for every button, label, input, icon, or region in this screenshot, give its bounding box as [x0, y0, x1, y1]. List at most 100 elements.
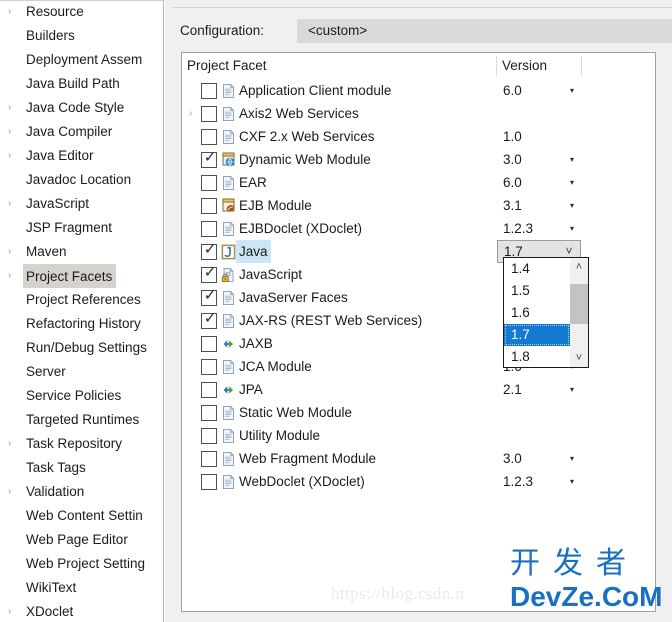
sidebar-item-web-content-settin[interactable]: Web Content Settin — [0, 504, 163, 528]
table-row[interactable]: EJBDoclet (XDoclet) 1.2.3 ▾ — [182, 217, 655, 240]
chevron-right-icon[interactable]: › — [189, 102, 199, 125]
sidebar-item-refactoring-history[interactable]: Refactoring History — [0, 312, 163, 336]
facet-checkbox[interactable] — [201, 106, 217, 122]
caret-down-icon[interactable]: ▾ — [567, 194, 577, 217]
facet-checkbox[interactable]: ✓ — [201, 242, 217, 260]
scroll-down-arrow-icon[interactable]: ˅ — [570, 349, 588, 367]
facet-checkbox[interactable] — [201, 359, 217, 375]
chevron-right-icon[interactable]: › — [8, 264, 18, 288]
chevron-right-icon[interactable]: › — [8, 480, 18, 504]
sidebar-item-web-page-editor[interactable]: Web Page Editor — [0, 528, 163, 552]
facet-version[interactable]: 3.0 — [503, 447, 522, 470]
facet-checkbox[interactable] — [201, 474, 217, 490]
sidebar-item-maven[interactable]: › Maven — [0, 240, 163, 264]
facet-checkbox[interactable] — [201, 83, 217, 99]
sidebar-item-builders[interactable]: Builders — [0, 24, 163, 48]
facet-checkbox[interactable] — [201, 405, 217, 421]
chevron-right-icon[interactable]: › — [8, 0, 18, 24]
table-row[interactable]: EAR 6.0 ▾ — [182, 171, 655, 194]
sidebar-item-java-editor[interactable]: › Java Editor — [0, 144, 163, 168]
facet-version[interactable]: 6.0 — [503, 171, 522, 194]
table-row[interactable]: Application Client module 6.0 ▾ — [182, 79, 655, 102]
table-row[interactable]: CXF 2.x Web Services 1.0 — [182, 125, 655, 148]
sidebar-item-web-project-setting[interactable]: Web Project Setting — [0, 552, 163, 576]
table-row[interactable]: Utility Module — [182, 424, 655, 447]
chevron-right-icon[interactable]: › — [8, 432, 18, 456]
facet-version[interactable]: 1.2.3 — [503, 470, 533, 493]
chevron-right-icon[interactable]: › — [8, 96, 18, 120]
chevron-right-icon[interactable]: › — [8, 120, 18, 144]
caret-down-icon[interactable]: ▾ — [567, 79, 577, 102]
sidebar-item-server[interactable]: Server — [0, 360, 163, 384]
caret-down-icon[interactable]: ▾ — [567, 148, 577, 171]
facet-checkbox[interactable] — [201, 336, 217, 352]
facet-checkbox[interactable] — [201, 175, 217, 191]
sidebar-item-xdoclet[interactable]: › XDoclet — [0, 600, 163, 622]
facet-checkbox[interactable] — [201, 451, 217, 467]
facet-checkbox[interactable]: ✓ — [201, 311, 217, 329]
table-row[interactable]: WebDoclet (XDoclet) 1.2.3 ▾ — [182, 470, 655, 493]
preferences-sidebar[interactable]: › Resource Builders Deployment Assem Java Bu… — [0, 0, 164, 622]
sidebar-tree-list[interactable]: › Resource Builders Deployment Assem Java Bu… — [0, 0, 163, 622]
version-dropdown-list[interactable]: 1.4 1.5 1.6 1.7 1.8 — [504, 258, 570, 367]
sidebar-item-deployment-assem[interactable]: Deployment Assem — [0, 48, 163, 72]
facet-version[interactable]: 6.0 — [503, 79, 522, 102]
chevron-right-icon[interactable]: › — [8, 192, 18, 216]
caret-down-icon[interactable]: ▾ — [567, 171, 577, 194]
sidebar-item-targeted-runtimes[interactable]: Targeted Runtimes — [0, 408, 163, 432]
sidebar-item-project-references[interactable]: Project References — [0, 288, 163, 312]
sidebar-item-java-code-style[interactable]: › Java Code Style — [0, 96, 163, 120]
caret-down-icon[interactable]: ▾ — [567, 447, 577, 470]
facet-version[interactable]: 3.1 — [503, 194, 522, 217]
table-row[interactable]: JPA 2.1 ▾ — [182, 378, 655, 401]
caret-down-icon[interactable]: ▾ — [567, 378, 577, 401]
caret-down-icon[interactable]: ▾ — [567, 470, 577, 493]
sidebar-item-wikitext[interactable]: WikiText — [0, 576, 163, 600]
version-option[interactable]: 1.6 — [504, 302, 570, 324]
sidebar-item-project-facets[interactable]: › Project Facets — [0, 264, 163, 288]
facet-checkbox[interactable] — [201, 129, 217, 145]
facet-version[interactable]: 1.0 — [503, 125, 522, 148]
sidebar-item-javascript[interactable]: › JavaScript — [0, 192, 163, 216]
column-header-project-facet[interactable]: Project Facet — [187, 53, 267, 79]
facet-checkbox[interactable]: ✓ — [201, 150, 217, 168]
sidebar-item-jsp-fragment[interactable]: JSP Fragment — [0, 216, 163, 240]
sidebar-item-javadoc-location[interactable]: Javadoc Location — [0, 168, 163, 192]
facet-checkbox[interactable] — [201, 198, 217, 214]
sidebar-item-resource[interactable]: › Resource — [0, 0, 163, 24]
version-option[interactable]: 1.4 — [504, 258, 570, 280]
table-row[interactable]: › Axis2 Web Services — [182, 102, 655, 125]
facet-version[interactable]: 2.1 — [503, 378, 522, 401]
sidebar-item-validation[interactable]: › Validation — [0, 480, 163, 504]
facet-checkbox[interactable]: ✓ — [201, 288, 217, 306]
version-option[interactable]: 1.8 — [504, 346, 570, 368]
sidebar-item-task-tags[interactable]: Task Tags — [0, 456, 163, 480]
version-option[interactable]: 1.7 — [504, 324, 570, 346]
facet-checkbox[interactable]: ✓ — [201, 265, 217, 283]
sidebar-item-java-compiler[interactable]: › Java Compiler — [0, 120, 163, 144]
scrollbar-thumb[interactable] — [570, 284, 588, 324]
sidebar-item-service-policies[interactable]: Service Policies — [0, 384, 163, 408]
table-row[interactable]: ✓ Dynamic Web Module 3.0 ▾ — [182, 148, 655, 171]
facet-version[interactable]: 1.2.3 — [503, 217, 533, 240]
version-option[interactable]: 1.5 — [504, 280, 570, 302]
configuration-combo[interactable]: <custom> — [297, 19, 672, 43]
sidebar-item-run-debug-settings[interactable]: Run/Debug Settings — [0, 336, 163, 360]
chevron-right-icon[interactable]: › — [8, 240, 18, 264]
version-dropdown-popup[interactable]: 1.4 1.5 1.6 1.7 1.8 ˄ ˅ — [503, 257, 589, 368]
version-dropdown-scrollbar[interactable]: ˄ ˅ — [570, 258, 588, 367]
table-row[interactable]: Web Fragment Module 3.0 ▾ — [182, 447, 655, 470]
chevron-right-icon[interactable]: › — [8, 600, 18, 622]
facet-checkbox[interactable] — [201, 428, 217, 444]
table-row[interactable]: EJB Module 3.1 ▾ — [182, 194, 655, 217]
table-row[interactable]: Static Web Module — [182, 401, 655, 424]
sidebar-item-java-build-path[interactable]: Java Build Path — [0, 72, 163, 96]
facet-checkbox[interactable] — [201, 382, 217, 398]
column-header-version[interactable]: Version — [502, 53, 547, 79]
facet-version[interactable]: 3.0 — [503, 148, 522, 171]
facet-checkbox[interactable] — [201, 221, 217, 237]
scroll-up-arrow-icon[interactable]: ˄ — [570, 258, 588, 276]
chevron-right-icon[interactable]: › — [8, 144, 18, 168]
caret-down-icon[interactable]: ▾ — [567, 217, 577, 240]
sidebar-item-task-repository[interactable]: › Task Repository — [0, 432, 163, 456]
